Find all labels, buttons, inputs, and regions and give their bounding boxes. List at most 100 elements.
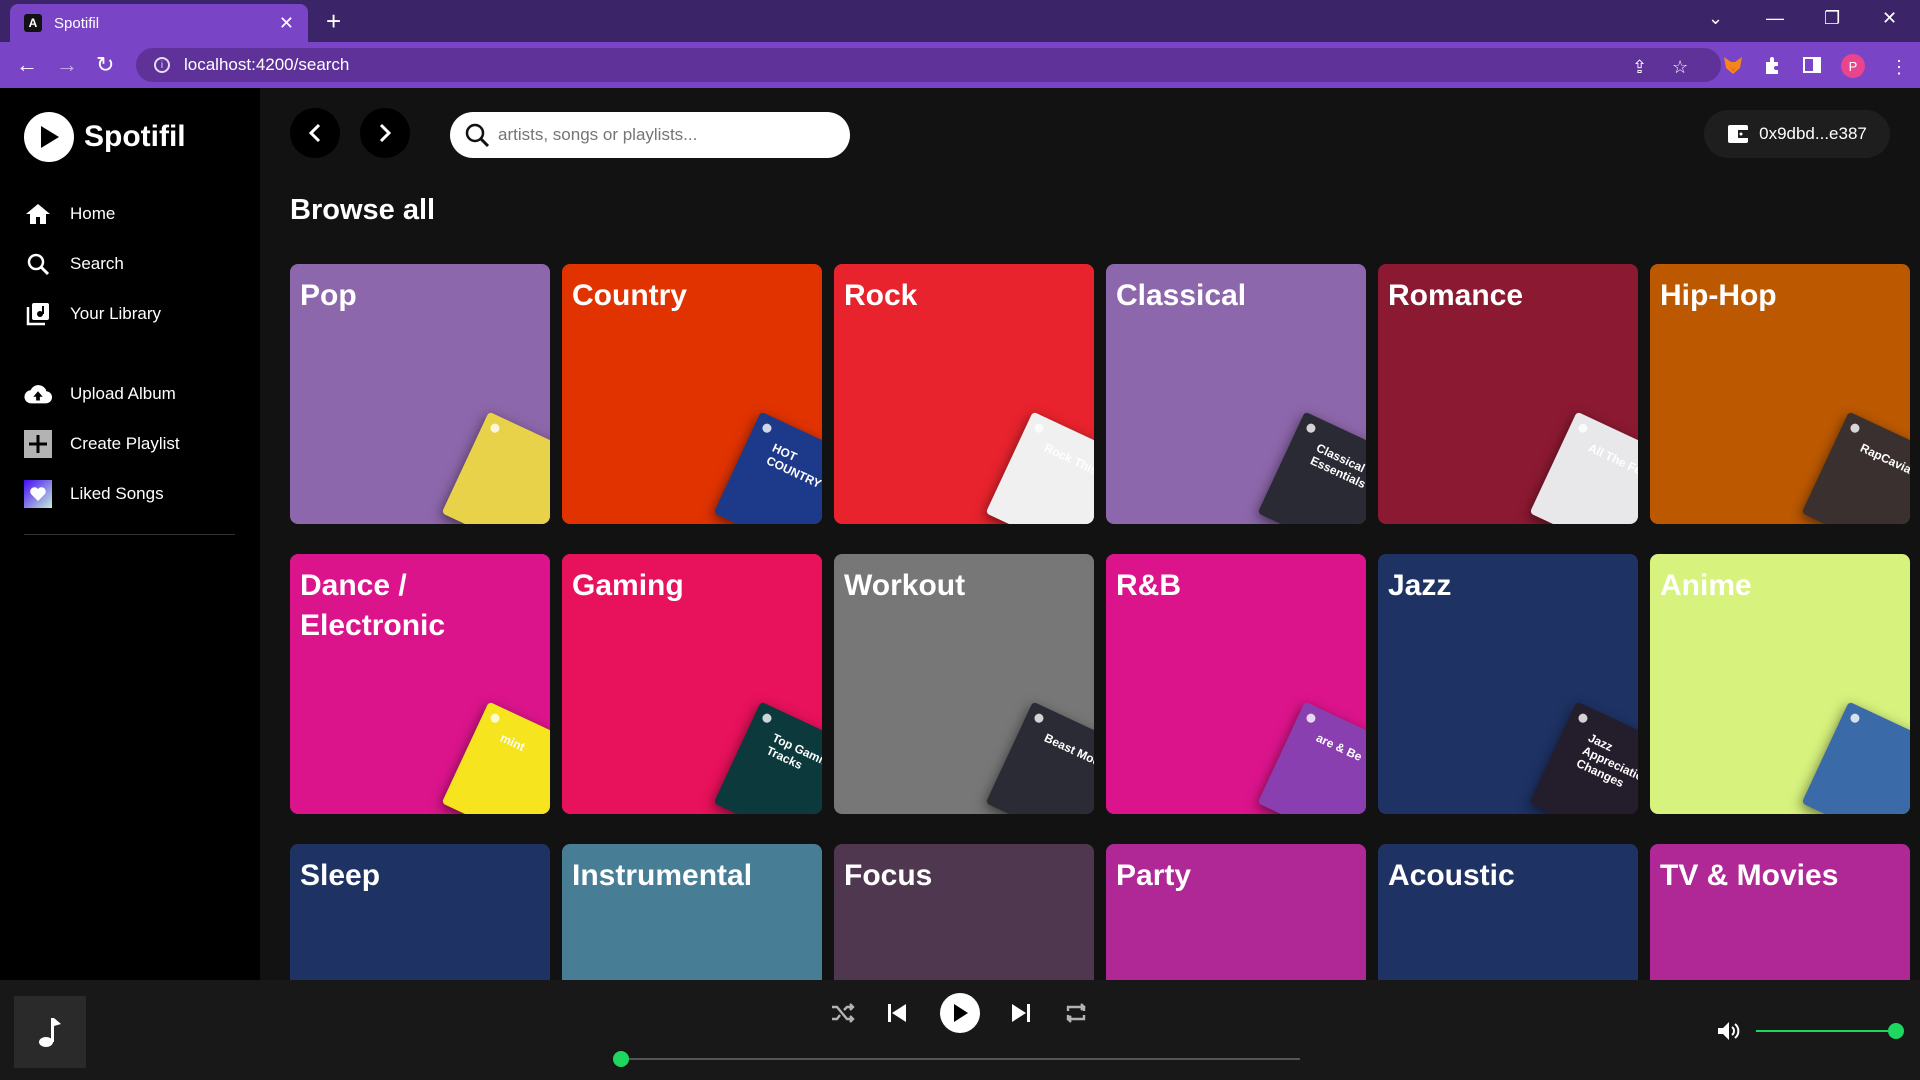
category-cover-art: Jazz Appreciation: Changes	[1529, 701, 1638, 814]
wallet-icon	[1728, 125, 1749, 143]
volume-fill	[1756, 1030, 1896, 1032]
play-icon	[954, 1004, 968, 1022]
category-card[interactable]: R&B are & Be	[1106, 554, 1366, 814]
category-title: Workout	[844, 569, 966, 602]
category-title: Sleep	[300, 859, 381, 892]
wallet-button[interactable]: 0x9dbd...e387	[1704, 110, 1890, 158]
category-card[interactable]: Sleep	[290, 844, 550, 980]
sidebar-item-create-playlist[interactable]: Create Playlist	[24, 430, 180, 458]
category-card[interactable]: Party	[1106, 844, 1366, 980]
category-cover-art	[1801, 701, 1910, 814]
share-icon[interactable]: ⇪	[1632, 57, 1647, 78]
category-card[interactable]: Pop	[290, 264, 550, 524]
library-icon	[24, 300, 52, 328]
search-box[interactable]	[450, 112, 850, 158]
volume-button[interactable]	[1716, 1020, 1740, 1047]
category-cover-art: RapCaviar	[1801, 411, 1910, 524]
cover-art-text: Jazz Appreciation: Changes	[1574, 730, 1638, 791]
skip-back-icon	[888, 1004, 906, 1022]
category-card[interactable]: Focus	[834, 844, 1094, 980]
category-title: Pop	[300, 279, 357, 312]
spotify-dot-icon	[1032, 712, 1045, 725]
category-card[interactable]: Dance / Electronic mint	[290, 554, 550, 814]
category-card[interactable]: Classical Classical Essentials	[1106, 264, 1366, 524]
shuffle-button[interactable]	[830, 1002, 856, 1024]
category-card[interactable]: Rock Rock This	[834, 264, 1094, 524]
close-window-button[interactable]: ✕	[1882, 8, 1897, 29]
sidebar-item-liked-songs[interactable]: Liked Songs	[24, 480, 164, 508]
sidebar-item-label: Search	[70, 254, 124, 273]
category-card[interactable]: Instrumental	[562, 844, 822, 980]
minimize-button[interactable]: —	[1766, 8, 1784, 29]
play-button[interactable]	[940, 993, 980, 1033]
metamask-fox-icon[interactable]	[1722, 54, 1744, 76]
sidebar-item-home[interactable]: Home	[24, 200, 115, 228]
tab-search-icon[interactable]: ⌄	[1708, 8, 1723, 29]
brand-logo[interactable]: Spotifil	[24, 112, 186, 162]
cover-art-text: Rock This	[1042, 440, 1094, 478]
category-card[interactable]: Hip-Hop RapCaviar	[1650, 264, 1910, 524]
forward-arrow-icon[interactable]: →	[56, 52, 78, 78]
repeat-button[interactable]	[1064, 1002, 1088, 1024]
back-arrow-icon[interactable]: ←	[16, 52, 38, 78]
browser-menu-icon[interactable]: ⋮	[1890, 57, 1908, 78]
previous-track-button[interactable]	[886, 1002, 908, 1024]
history-forward-button[interactable]	[360, 108, 410, 158]
browser-tab[interactable]: A Spotifil ✕	[10, 4, 308, 42]
restore-button[interactable]: ❐	[1824, 8, 1840, 29]
volume-knob[interactable]	[1888, 1023, 1904, 1039]
progress-track[interactable]	[620, 1058, 1300, 1060]
category-cover-art: HOT COUNTRY	[713, 411, 822, 524]
bookmark-star-icon[interactable]: ☆	[1672, 57, 1688, 78]
reload-icon[interactable]: ↻	[96, 52, 114, 78]
extensions-puzzle-icon[interactable]	[1762, 54, 1784, 76]
category-card[interactable]: Workout Beast Mode	[834, 554, 1094, 814]
profile-avatar[interactable]: P	[1841, 54, 1865, 78]
address-bar[interactable]: i localhost:4200/search	[136, 48, 1721, 82]
sidebar-item-search[interactable]: Search	[24, 250, 124, 278]
wallet-address: 0x9dbd...e387	[1759, 124, 1867, 143]
category-title: Acoustic	[1388, 859, 1515, 892]
category-cover-art: Classical Essentials	[1257, 411, 1366, 524]
category-card[interactable]: Gaming Top Gaming Tracks	[562, 554, 822, 814]
category-title: Romance	[1388, 279, 1524, 312]
close-tab-icon[interactable]: ✕	[279, 13, 294, 34]
category-cover-art: All The Feels	[1529, 411, 1638, 524]
category-title: R&B	[1116, 569, 1181, 602]
sidebar: Spotifil Home Search Your Library Upload…	[0, 88, 260, 980]
spotify-dot-icon	[760, 422, 773, 435]
volume-slider[interactable]	[1756, 1030, 1896, 1032]
sidebar-item-upload-album[interactable]: Upload Album	[24, 380, 176, 408]
category-title: Country	[572, 279, 687, 312]
sidebar-item-label: Upload Album	[70, 384, 176, 403]
history-back-button[interactable]	[290, 108, 340, 158]
spotify-dot-icon	[1304, 422, 1317, 435]
spotify-dot-icon	[1576, 712, 1589, 725]
category-title: Classical	[1116, 279, 1247, 312]
category-title: Jazz	[1388, 569, 1452, 602]
chevron-left-icon	[308, 123, 321, 143]
category-card[interactable]: Anime	[1650, 554, 1910, 814]
next-track-button[interactable]	[1010, 1002, 1032, 1024]
now-playing-cover[interactable]	[14, 996, 86, 1068]
category-card[interactable]: Country HOT COUNTRY	[562, 264, 822, 524]
search-icon	[24, 250, 52, 278]
category-card[interactable]: TV & Movies	[1650, 844, 1910, 980]
upload-cloud-icon	[24, 380, 52, 408]
cover-art-text: are & Be	[1314, 730, 1365, 764]
search-input[interactable]	[498, 125, 828, 145]
progress-knob[interactable]	[613, 1051, 629, 1067]
category-card[interactable]: Romance All The Feels	[1378, 264, 1638, 524]
spotify-dot-icon	[1304, 712, 1317, 725]
site-info-icon[interactable]: i	[154, 57, 170, 73]
category-card[interactable]: Jazz Jazz Appreciation: Changes	[1378, 554, 1638, 814]
plus-box-icon	[24, 430, 52, 458]
repeat-icon	[1066, 1003, 1086, 1023]
side-panel-icon[interactable]	[1801, 54, 1823, 76]
page-title: Browse all	[290, 194, 436, 226]
category-cover-art	[441, 411, 550, 524]
sidebar-divider	[24, 534, 235, 535]
sidebar-item-library[interactable]: Your Library	[24, 300, 161, 328]
category-card[interactable]: Acoustic	[1378, 844, 1638, 980]
new-tab-button[interactable]: +	[326, 6, 341, 37]
